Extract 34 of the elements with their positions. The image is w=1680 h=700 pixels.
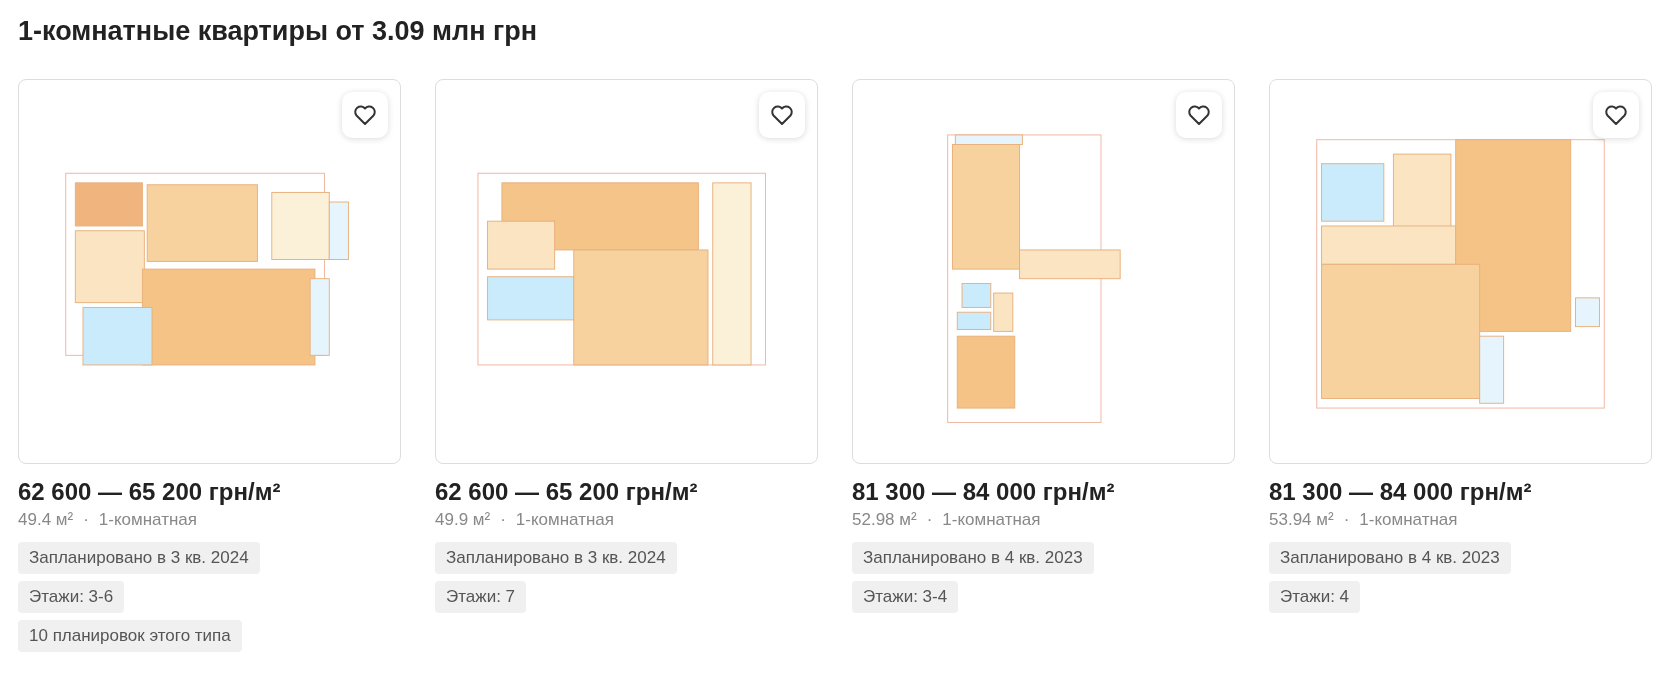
price-range: 81 300 — 84 000 грн/м²: [852, 478, 1115, 506]
separator-dot: ·: [500, 510, 506, 530]
favorite-button[interactable]: [1593, 92, 1639, 138]
rooms-text: 1-комнатная: [515, 510, 615, 530]
area-text: 52.98 м²: [852, 510, 917, 530]
separator-dot: ·: [926, 510, 933, 530]
info-tag: 10 планировок этого типа: [18, 620, 242, 652]
heart-icon: [1604, 104, 1628, 126]
rooms-text: 1-комнатная: [98, 510, 198, 530]
heart-icon: [1187, 104, 1211, 126]
separator-dot: ·: [83, 510, 89, 530]
heart-icon: [353, 104, 377, 126]
area-text: 49.4 м²: [18, 510, 74, 530]
info-tag: Запланировано в 4 кв. 2023: [852, 542, 1094, 574]
favorite-button[interactable]: [759, 92, 805, 138]
info-tag: Этажи: 3-6: [18, 581, 125, 613]
rooms-text: 1-комнатная: [1359, 510, 1458, 530]
area-text: 53.94 м²: [1269, 510, 1334, 530]
area-text: 49.9 м²: [435, 510, 491, 530]
info-tag: Запланировано в 4 кв. 2023: [1269, 542, 1511, 574]
favorite-button[interactable]: [1176, 92, 1222, 138]
section-heading: 1-комнатные квартиры от 3.09 млн грн: [18, 16, 539, 47]
price-range: 62 600 — 65 200 грн/м²: [18, 478, 281, 506]
separator-dot: ·: [1343, 510, 1350, 530]
info-tag: Этажи: 7: [435, 581, 527, 613]
info-tag: Этажи: 4: [1269, 581, 1361, 613]
info-tag: Этажи: 3-4: [852, 581, 959, 613]
price-range: 81 300 — 84 000 грн/м²: [1269, 478, 1532, 506]
favorite-button[interactable]: [342, 92, 388, 138]
rooms-text: 1-комнатная: [942, 510, 1041, 530]
info-tag: Запланировано в 3 кв. 2024: [435, 542, 677, 574]
info-tag: Запланировано в 3 кв. 2024: [18, 542, 260, 574]
heart-icon: [770, 104, 794, 126]
price-range: 62 600 — 65 200 грн/м²: [435, 478, 698, 506]
